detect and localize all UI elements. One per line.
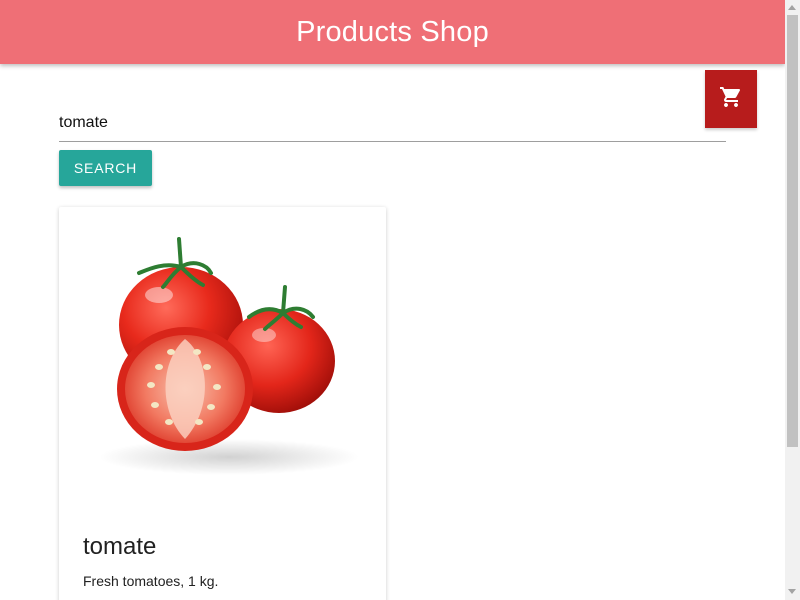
product-image [59,207,386,497]
scroll-up-icon[interactable] [788,5,796,10]
product-description: Fresh tomatoes, 1 kg. [83,573,219,589]
search-input[interactable] [59,104,726,142]
product-card: tomate Fresh tomatoes, 1 kg. [59,207,386,600]
shopping-cart-icon [719,85,743,114]
product-name: tomate [83,533,157,560]
app-title: Products Shop [296,15,489,48]
scroll-down-icon[interactable] [788,589,796,594]
cart-button[interactable] [705,70,757,128]
app-header: Products Shop [0,0,785,64]
search-button[interactable]: Search [59,150,152,186]
vertical-scrollbar[interactable] [785,0,800,600]
scrollbar-thumb[interactable] [787,15,798,447]
page: Products Shop Search [0,0,785,600]
